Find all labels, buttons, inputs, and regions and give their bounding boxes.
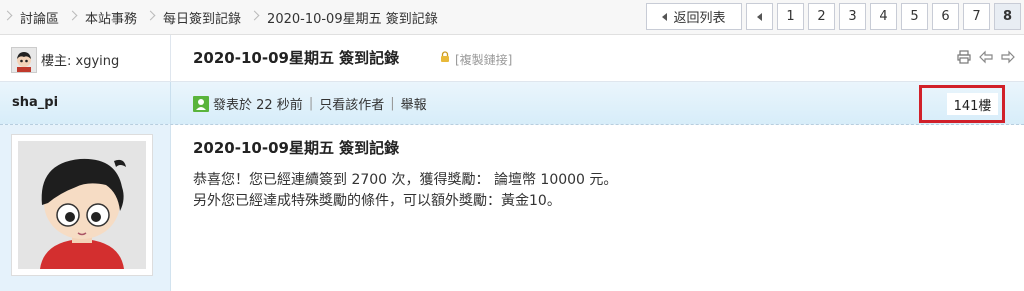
page-8-current: 8 bbox=[994, 3, 1021, 30]
page-5-button[interactable]: 5 bbox=[901, 3, 928, 30]
floor-highlight-box bbox=[919, 85, 1005, 123]
arrow-left-icon bbox=[757, 12, 762, 21]
copy-link-button[interactable]: [複製鏈接] bbox=[455, 51, 512, 68]
breadcrumb-current-thread: 2020-10-09星期五 簽到記錄 bbox=[241, 0, 438, 34]
next-thread-icon[interactable] bbox=[1000, 49, 1016, 65]
chevron-right-icon bbox=[147, 0, 159, 34]
arrow-left-icon bbox=[662, 12, 668, 21]
breadcrumb-site-affairs[interactable]: 本站事務 bbox=[59, 0, 137, 34]
chevron-right-icon bbox=[4, 0, 16, 34]
previous-thread-icon[interactable] bbox=[978, 49, 994, 65]
column-divider bbox=[170, 82, 171, 124]
poster-username[interactable]: sha_pi bbox=[12, 95, 58, 110]
thread-tools bbox=[956, 49, 1016, 65]
breadcrumb-label[interactable]: 討論區 bbox=[20, 8, 59, 27]
breadcrumb-label: 2020-10-09星期五 簽到記錄 bbox=[267, 11, 438, 27]
page-4-button[interactable]: 4 bbox=[870, 3, 897, 30]
lock-icon bbox=[439, 51, 451, 63]
meta-separator: | bbox=[390, 96, 395, 111]
post-meta: 發表於 22 秒前 | 只看該作者 | 舉報 bbox=[193, 94, 427, 113]
meta-separator: | bbox=[308, 96, 314, 111]
back-to-list-label: 返回列表 bbox=[673, 11, 726, 26]
view-author-only-link[interactable]: 只看該作者 bbox=[319, 94, 384, 113]
chevron-right-icon bbox=[69, 0, 81, 34]
page-7-button[interactable]: 7 bbox=[963, 3, 990, 30]
post-info-bar: sha_pi 發表於 22 秒前 | 只看該作者 | 舉報 141樓 bbox=[0, 82, 1024, 125]
posted-time: 發表於 22 秒前 bbox=[213, 98, 303, 113]
breadcrumb-label[interactable]: 本站事務 bbox=[85, 8, 137, 27]
thread-op-panel: 樓主: xgying bbox=[0, 35, 171, 81]
breadcrumb-label[interactable]: 每日簽到記錄 bbox=[163, 8, 241, 27]
page-6-button[interactable]: 6 bbox=[932, 3, 959, 30]
page-1-button[interactable]: 1 bbox=[777, 3, 804, 30]
pagination: 返回列表 1 2 3 4 5 6 7 8 bbox=[646, 3, 1021, 30]
online-status-icon bbox=[193, 95, 209, 112]
op-avatar[interactable] bbox=[11, 47, 37, 73]
post-title: 2020-10-09星期五 簽到記錄 bbox=[193, 139, 400, 157]
page-2-button[interactable]: 2 bbox=[808, 3, 835, 30]
thread-op-label: 樓主: xgying bbox=[41, 54, 120, 69]
chevron-right-icon bbox=[251, 0, 263, 34]
previous-page-button[interactable] bbox=[746, 3, 773, 30]
breadcrumb-forum[interactable]: 討論區 bbox=[0, 0, 59, 34]
page-3-button[interactable]: 3 bbox=[839, 3, 866, 30]
back-to-list-button[interactable]: 返回列表 bbox=[646, 3, 742, 30]
thread-title: 2020-10-09星期五 簽到記錄 bbox=[193, 49, 400, 67]
breadcrumb-daily-checkin[interactable]: 每日簽到記錄 bbox=[137, 0, 241, 34]
poster-panel bbox=[0, 125, 171, 291]
report-link[interactable]: 舉報 bbox=[401, 94, 427, 113]
thread-header: 樓主: xgying 2020-10-09星期五 簽到記錄 [複製鏈接] bbox=[0, 35, 1024, 82]
post-message-line: 另外您已經達成特殊獎勵的條件，可以額外獎勵：黃金10。 bbox=[193, 193, 561, 209]
post-message-line: 恭喜您！您已經連續簽到 2700 次，獲得獎勵： 論壇幣 10000 元。 bbox=[193, 172, 618, 188]
top-bar: 討論區 本站事務 每日簽到記錄 2020-10-09星期五 簽到記錄 返回列表 … bbox=[0, 0, 1024, 35]
post-content: 2020-10-09星期五 簽到記錄 恭喜您！您已經連續簽到 2700 次，獲得… bbox=[193, 137, 617, 208]
breadcrumb: 討論區 本站事務 每日簽到記錄 2020-10-09星期五 簽到記錄 bbox=[0, 0, 438, 34]
poster-avatar[interactable] bbox=[11, 134, 153, 276]
print-icon[interactable] bbox=[956, 49, 972, 65]
